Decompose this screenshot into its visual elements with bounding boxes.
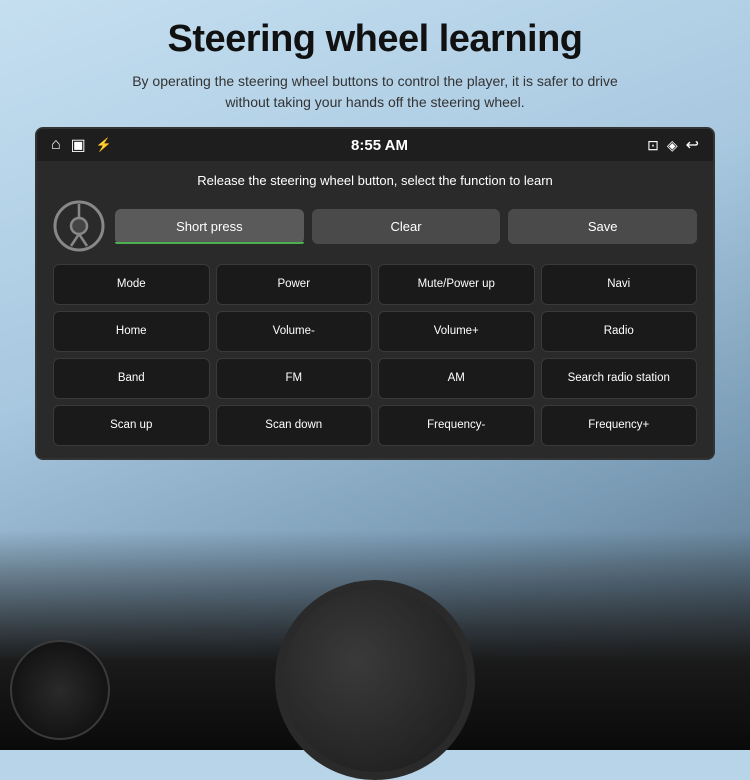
status-time: 8:55 AM — [351, 137, 408, 154]
action-buttons: Short press Clear Save — [115, 209, 697, 244]
back-icon[interactable]: ↩ — [686, 135, 699, 155]
device-screen: ⌂ ▣ ⚡ 8:55 AM ⊡ ◈ ↩ Release the steering… — [35, 127, 715, 460]
usb-icon[interactable]: ⚡ — [96, 137, 112, 153]
function-button[interactable]: Frequency- — [378, 405, 535, 446]
clear-button[interactable]: Clear — [312, 209, 501, 244]
function-button[interactable]: Radio — [541, 311, 698, 352]
instruction-text: Release the steering wheel button, selec… — [53, 173, 697, 188]
speedometer — [10, 640, 110, 740]
function-button[interactable]: Mute/Power up — [378, 264, 535, 305]
short-press-button[interactable]: Short press — [115, 209, 304, 244]
function-button[interactable]: Frequency+ — [541, 405, 698, 446]
function-button[interactable]: Power — [216, 264, 373, 305]
function-button[interactable]: FM — [216, 358, 373, 399]
function-button[interactable]: Band — [53, 358, 210, 399]
main-panel: Release the steering wheel button, selec… — [37, 161, 713, 458]
status-bar: ⌂ ▣ ⚡ 8:55 AM ⊡ ◈ ↩ — [37, 129, 713, 161]
status-right-icons: ⊡ ◈ ↩ — [647, 135, 699, 155]
page-subtitle: By operating the steering wheel buttons … — [125, 71, 625, 113]
function-button[interactable]: Home — [53, 311, 210, 352]
location-icon[interactable]: ◈ — [667, 137, 678, 154]
action-row: Short press Clear Save — [53, 200, 697, 252]
page-title: Steering wheel learning — [167, 18, 582, 61]
function-button[interactable]: Scan down — [216, 405, 373, 446]
steering-wheel-physical — [275, 580, 475, 780]
function-button[interactable]: Navi — [541, 264, 698, 305]
function-button[interactable]: Volume+ — [378, 311, 535, 352]
cast-icon[interactable]: ⊡ — [647, 137, 659, 154]
function-button[interactable]: Search radio station — [541, 358, 698, 399]
function-button[interactable]: Volume- — [216, 311, 373, 352]
steering-wheel-icon — [53, 200, 105, 252]
status-left-icons: ⌂ ▣ ⚡ — [51, 135, 112, 155]
window-icon[interactable]: ▣ — [71, 135, 86, 155]
save-button[interactable]: Save — [508, 209, 697, 244]
function-button[interactable]: Scan up — [53, 405, 210, 446]
function-grid: ModePowerMute/Power upNavi HomeVolume-Vol… — [53, 264, 697, 446]
function-button[interactable]: Mode — [53, 264, 210, 305]
main-content: Steering wheel learning By operating the… — [0, 0, 750, 460]
home-icon[interactable]: ⌂ — [51, 136, 61, 154]
function-button[interactable]: AM — [378, 358, 535, 399]
